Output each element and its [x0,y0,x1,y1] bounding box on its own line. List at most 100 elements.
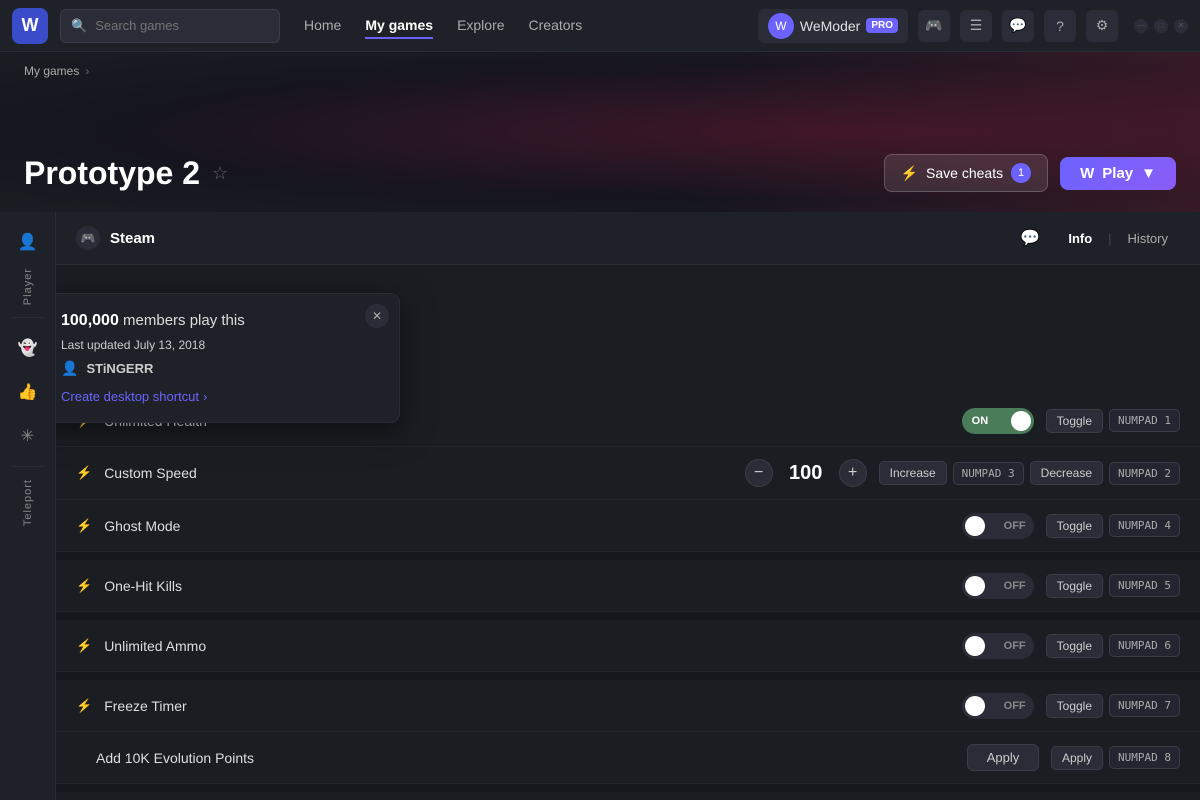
section-gap-1 [56,552,1200,560]
stepper-custom-speed: − 100 + [745,459,867,487]
app-logo: W [12,8,48,44]
help-icon[interactable]: ? [1044,10,1076,42]
kbd-action-toggle-4[interactable]: Toggle [1046,514,1103,538]
breadcrumb-separator: › [85,64,89,78]
stepper-decrease-button[interactable]: − [745,459,773,487]
sidebar-divider2 [13,466,43,467]
play-dropdown-arrow: ▼ [1141,165,1156,182]
kbd-key-numpad1: NUMPAD 1 [1109,409,1180,432]
toggle-thumb [1011,411,1031,431]
stepper-value: 100 [781,462,831,485]
members-suffix: members play this [123,312,245,329]
sidebar-ghost-icon[interactable]: 👻 [10,330,46,366]
popup-updated: Last updated July 13, 2018 [61,338,379,352]
keybind-ghost-mode: Toggle NUMPAD 4 [1046,514,1180,538]
desktop-shortcut-link[interactable]: Create desktop shortcut › [61,389,379,404]
toggle-unlimited-health[interactable]: ON [962,408,1034,434]
toggle-label-off-2: OFF [1004,640,1026,652]
maximize-button[interactable]: □ [1154,19,1168,33]
save-cheats-button[interactable]: ⚡ Save cheats 1 [884,154,1049,192]
toggle-ghost-mode[interactable]: OFF [962,513,1034,539]
main-nav: Home My games Explore Creators [304,13,582,39]
bolt-icon-freeze-timer: ⚡ [76,698,92,714]
avatar: W [768,13,794,39]
cheat-row-save-location: Save Location Apply Apply CTRL NUMPAD 1 [56,792,1200,800]
kbd-action-apply-8[interactable]: Apply [1051,746,1103,770]
nav-my-games[interactable]: My games [365,13,433,39]
popup-author: 👤 STiNGERR [61,360,379,377]
toggle-one-hit-kills[interactable]: OFF [962,573,1034,599]
wemod-play-icon: W [1080,165,1094,182]
kbd-action-increase[interactable]: Increase [879,461,947,485]
sidebar-crosshair-icon[interactable]: ✳ [10,418,46,454]
nav-creators[interactable]: Creators [529,13,583,39]
cheat-row-custom-speed: ⚡ Custom Speed − 100 + Increase NUMPAD 3… [56,447,1200,500]
kbd-action-toggle-7[interactable]: Toggle [1046,694,1103,718]
tab-info[interactable]: Info [1056,227,1104,250]
popup-members-text: 100,000 members play this [61,312,379,330]
toggle-thumb-ghost [965,516,985,536]
kbd-action-decrease[interactable]: Decrease [1030,461,1103,485]
toggle-label-off: OFF [1004,520,1026,532]
section-gap-3 [56,672,1200,680]
members-count: 100,000 [61,312,119,329]
settings-icon[interactable]: ⚙ [1086,10,1118,42]
game-title: Prototype 2 [24,155,200,192]
author-name: STiNGERR [86,361,153,376]
favorite-icon[interactable]: ☆ [212,163,228,184]
bolt-icon-custom-speed: ⚡ [76,465,92,481]
toggle-freeze-timer[interactable]: OFF [962,693,1034,719]
kbd-action-toggle-5[interactable]: Toggle [1046,574,1103,598]
cheat-list: ⚡ Unlimited Health ON Toggle NUMPAD 1 ⚡ … [56,395,1200,800]
topbar: W 🔍 Home My games Explore Creators W WeM… [0,0,1200,52]
nav-explore[interactable]: Explore [457,13,504,39]
user-badge[interactable]: W WeModer PRO [758,9,908,43]
updated-label: Last updated [61,338,130,352]
kbd-key-numpad5: NUMPAD 5 [1109,574,1180,597]
kbd-action-toggle-6[interactable]: Toggle [1046,634,1103,658]
platform-info: 🎮 Steam [76,226,155,250]
window-controls: — □ ✕ [1134,19,1188,33]
toggle-thumb-ammo [965,636,985,656]
discord-icon[interactable]: 💬 [1002,10,1034,42]
keybind-freeze-timer: Toggle NUMPAD 7 [1046,694,1180,718]
tab-history[interactable]: History [1116,227,1180,250]
close-button[interactable]: ✕ [1174,19,1188,33]
content-area: 🎮 Steam 💬 Info | History ✕ 100,000 membe… [56,212,1200,800]
keybind-evolution: Apply NUMPAD 8 [1051,746,1180,770]
tab-separator: | [1108,231,1111,246]
cheat-row-ghost-mode: ⚡ Ghost Mode OFF Toggle NUMPAD 4 [56,500,1200,552]
cheat-row-evolution-points: Add 10K Evolution Points Apply Apply NUM… [56,732,1200,784]
controller-icon[interactable]: 🎮 [918,10,950,42]
list-icon[interactable]: ☰ [960,10,992,42]
search-input[interactable] [95,18,269,33]
sidebar-teleport-label: Teleport [22,479,34,526]
hero-title-area: Prototype 2 ☆ [24,155,228,192]
kbd-key-numpad8: NUMPAD 8 [1109,746,1180,769]
toggle-unlimited-ammo[interactable]: OFF [962,633,1034,659]
apply-button-evolution[interactable]: Apply [967,744,1039,771]
shortcut-label: Create desktop shortcut [61,389,199,404]
cheat-row-unlimited-ammo: ⚡ Unlimited Ammo OFF Toggle NUMPAD 6 [56,620,1200,672]
play-label: Play [1102,165,1133,182]
keybind-one-hit-kills: Toggle NUMPAD 5 [1046,574,1180,598]
popup-close-button[interactable]: ✕ [365,304,389,328]
breadcrumb-parent[interactable]: My games [24,64,79,78]
chat-icon[interactable]: 💬 [1020,228,1040,248]
stepper-increase-button[interactable]: + [839,459,867,487]
author-icon: 👤 [61,360,78,377]
kbd-key-numpad2: NUMPAD 2 [1109,462,1180,485]
minimize-button[interactable]: — [1134,19,1148,33]
nav-home[interactable]: Home [304,13,341,39]
bolt-icon-unlimited-ammo: ⚡ [76,638,92,654]
cheat-name-ghost-mode: Ghost Mode [104,518,949,534]
hero-section: My games › Prototype 2 ☆ ⚡ Save cheats 1… [0,52,1200,212]
kbd-action-toggle-1[interactable]: Toggle [1046,409,1103,433]
search-bar[interactable]: 🔍 [60,9,280,43]
sidebar-boost-icon[interactable]: 👍 [10,374,46,410]
play-button[interactable]: W Play ▼ [1060,157,1176,190]
platform-tabs: Info | History [1056,227,1180,250]
sidebar-player-label: Player [22,268,34,305]
toggle-label-off-1: OFF [1004,580,1026,592]
sidebar-player-icon[interactable]: 👤 [10,224,46,260]
